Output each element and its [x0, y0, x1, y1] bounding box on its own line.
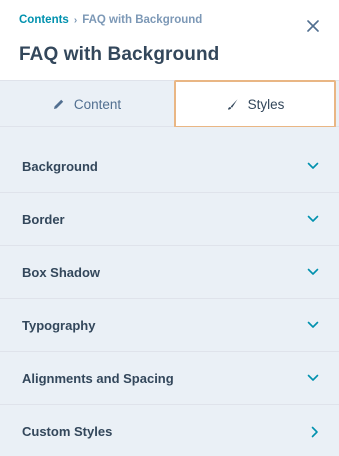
breadcrumb-current: FAQ with Background — [82, 14, 203, 26]
section-custom-styles[interactable]: Custom Styles — [0, 405, 339, 456]
section-label: Border — [22, 211, 65, 227]
close-button[interactable] — [305, 20, 321, 36]
section-label: Background — [22, 158, 98, 174]
section-typography[interactable]: Typography — [0, 299, 339, 352]
section-label: Typography — [22, 317, 96, 333]
chevron-down-icon — [307, 374, 319, 382]
close-icon — [307, 19, 319, 37]
panel-header: Contents › FAQ with Background FAQ with … — [0, 0, 339, 80]
section-label: Alignments and Spacing — [22, 370, 174, 386]
chevron-down-icon — [307, 321, 319, 329]
tab-content[interactable]: Content — [0, 81, 173, 127]
page-title: FAQ with Background — [19, 44, 220, 65]
chevron-down-icon — [307, 162, 319, 170]
tab-styles[interactable]: Styles — [174, 80, 336, 128]
tab-bar: Content Styles — [0, 80, 339, 128]
section-border[interactable]: Border — [0, 193, 339, 246]
chevron-down-icon — [307, 268, 319, 276]
breadcrumb-root-link[interactable]: Contents — [19, 14, 69, 26]
style-sections-list: Background Border Box Shadow Typography … — [0, 140, 339, 456]
breadcrumb-separator: › — [73, 14, 78, 26]
section-label: Custom Styles — [22, 424, 113, 439]
pencil-icon — [52, 98, 65, 111]
section-box-shadow[interactable]: Box Shadow — [0, 246, 339, 299]
tab-styles-label: Styles — [247, 96, 285, 112]
chevron-right-icon — [311, 426, 319, 438]
breadcrumb: Contents › FAQ with Background — [19, 14, 202, 26]
section-background[interactable]: Background — [0, 140, 339, 193]
chevron-down-icon — [307, 215, 319, 223]
tab-content-label: Content — [73, 96, 122, 112]
brush-icon — [226, 98, 239, 111]
section-alignments-and-spacing[interactable]: Alignments and Spacing — [0, 352, 339, 405]
section-label: Box Shadow — [22, 264, 101, 280]
